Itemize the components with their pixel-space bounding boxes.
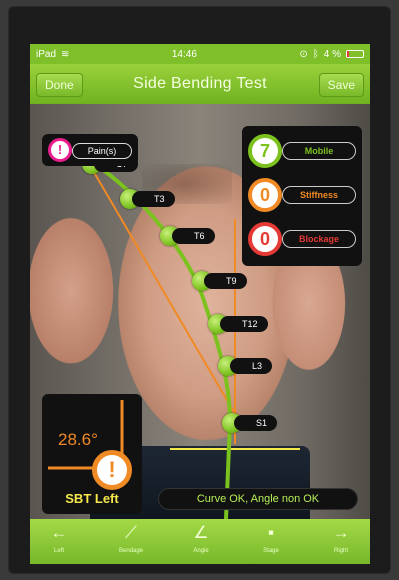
score-blockage-value: 0 (248, 222, 282, 256)
tab-bendage[interactable]: ⟋ Bendage (106, 519, 156, 564)
status-bar: iPad ≋ 14:46 ⊙ ᛒ 4 % (30, 44, 370, 64)
angle-warning-icon: ! (92, 450, 132, 490)
page-title: Side Bending Test (133, 75, 267, 92)
app-screen: iPad ≋ 14:46 ⊙ ᛒ 4 % Done Side Bending T… (30, 44, 370, 564)
pain-warning-icon: ! (48, 138, 72, 162)
score-blockage[interactable]: 0 Blockage (248, 222, 358, 256)
battery-icon (346, 50, 364, 58)
vertebra-label-t6: T6 (172, 228, 215, 244)
save-button[interactable]: Save (318, 73, 364, 97)
pain-toggle[interactable]: ! Pain(s) (42, 134, 138, 166)
test-side-label: SBT Left (65, 491, 119, 506)
score-blockage-label: Blockage (282, 230, 356, 248)
arrow-right-icon: → (332, 523, 350, 542)
score-stiffness-value: 0 (248, 178, 282, 212)
squares-icon: ▪ (267, 523, 275, 542)
vertebra-label-s1: S1 (234, 415, 278, 431)
tab-right[interactable]: → Right (316, 519, 366, 564)
tab-left[interactable]: ← Left (34, 519, 84, 564)
score-mobile-label: Mobile (282, 142, 356, 160)
score-panel: 7 Mobile 0 Stiffness 0 Blockage (242, 126, 362, 266)
verdict-message: Curve OK, Angle non OK (158, 488, 358, 510)
angle-icon: ∠ (193, 523, 209, 542)
angle-value: 28.6° (58, 430, 98, 449)
arrow-left-icon: ← (50, 523, 68, 542)
device-name: iPad (36, 48, 57, 60)
battery-percent: 4 % (323, 48, 341, 60)
score-mobile[interactable]: 7 Mobile (248, 134, 358, 168)
vertebra-label-l3: L3 (230, 358, 273, 374)
clock: 14:46 (171, 48, 197, 60)
score-stiffness[interactable]: 0 Stiffness (248, 178, 358, 212)
wifi-icon: ≋ (61, 48, 70, 60)
angle-panel: 28.6° ! SBT Left (42, 394, 142, 514)
vertebra-label-t9: T9 (204, 273, 247, 289)
curve-icon: ⟋ (125, 523, 137, 542)
bluetooth-icon: ᛒ (312, 48, 319, 60)
lock-rotation-icon: ⊙ (299, 48, 308, 60)
score-mobile-value: 7 (248, 134, 282, 168)
done-button[interactable]: Done (36, 73, 83, 97)
nav-bar: Done Side Bending Test Save (30, 64, 370, 104)
vertebra-label-t12: T12 (220, 316, 268, 332)
pain-label: Pain(s) (72, 143, 132, 159)
tab-angle[interactable]: ∠ Angle (176, 519, 226, 564)
tab-stage[interactable]: ▪ Stage (246, 519, 296, 564)
vertebra-label-t3: T3 (132, 191, 175, 207)
tab-bar: ← Left ⟋ Bendage ∠ Angle ▪ Stage → Right (30, 519, 370, 564)
score-stiffness-label: Stiffness (282, 186, 356, 204)
